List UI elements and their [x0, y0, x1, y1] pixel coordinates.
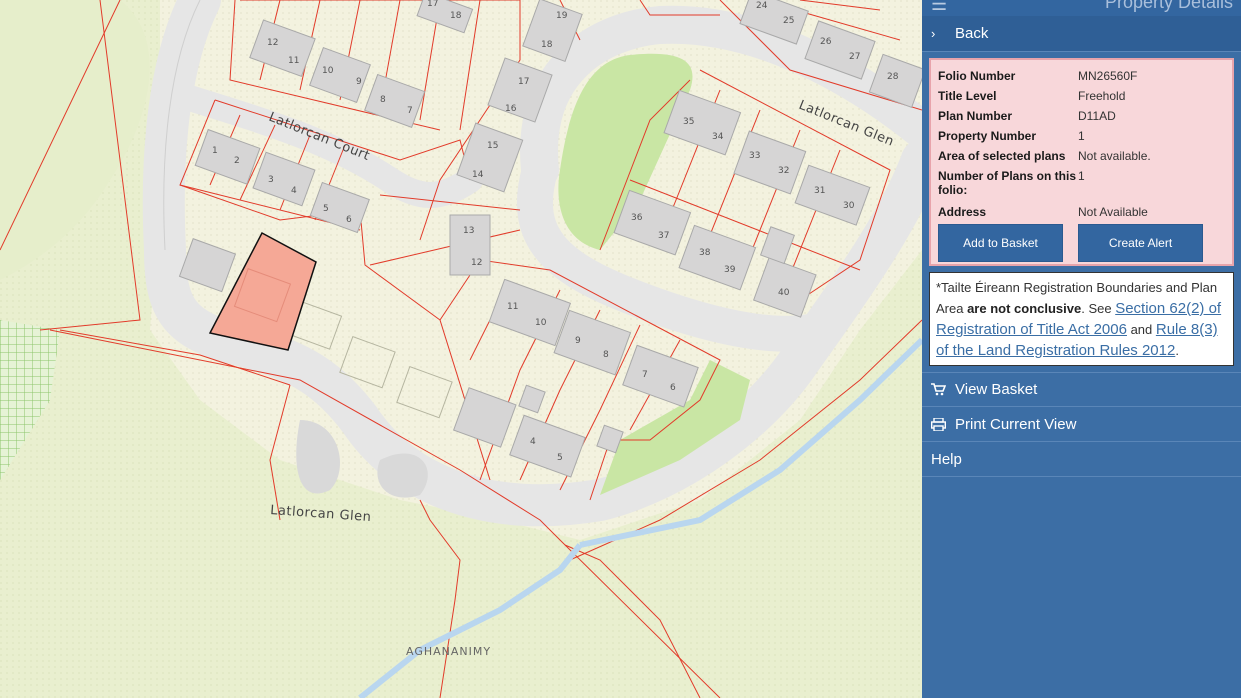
- plot-number: 7: [642, 370, 648, 380]
- plot-number: 31: [814, 186, 825, 196]
- details-table: Folio Number MN26560F Title Level Freeho…: [938, 66, 1225, 222]
- map-svg[interactable]: Latlorcan Court Latlorcan Glen Latlorcan…: [0, 0, 922, 698]
- plot-number: 9: [575, 336, 581, 346]
- plot-number: 7: [407, 106, 413, 116]
- plot-number: 2: [234, 156, 240, 166]
- help-label: Help: [931, 450, 962, 468]
- detail-value: MN26560F: [1078, 69, 1138, 83]
- detail-label: Folio Number: [938, 69, 1016, 83]
- detail-row: Property Number 1: [938, 126, 1225, 146]
- notice-bold: are not conclusive: [967, 301, 1082, 316]
- plot-number: 34: [712, 132, 724, 142]
- help-button[interactable]: Help: [922, 442, 1241, 477]
- plot-number: 10: [535, 318, 547, 328]
- menu-icon[interactable]: ☰: [931, 0, 947, 15]
- property-details-panel: ☰ Property Details › Back Folio Number M…: [922, 0, 1241, 698]
- back-button[interactable]: › Back: [922, 16, 1241, 52]
- create-alert-button[interactable]: Create Alert: [1078, 224, 1203, 262]
- detail-label: Area of selected plans: [938, 149, 1066, 163]
- view-basket-button[interactable]: View Basket: [922, 372, 1241, 407]
- plot-number: 9: [356, 77, 362, 87]
- chevron-right-icon: ›: [931, 26, 936, 41]
- plot-number: 8: [380, 95, 386, 105]
- plot-number: 25: [783, 16, 794, 26]
- plot-number: 38: [699, 248, 711, 258]
- detail-row: Number of Plans on this folio: 1: [938, 166, 1225, 202]
- detail-label: Address: [938, 205, 987, 219]
- plot-number: 40: [778, 288, 790, 298]
- plot-number: 35: [683, 117, 694, 127]
- print-label: Print Current View: [955, 415, 1077, 433]
- detail-value: 1: [1078, 169, 1085, 183]
- plot-number: 5: [557, 453, 563, 463]
- detail-value: D11AD: [1078, 109, 1116, 123]
- plot-number: 18: [541, 40, 553, 50]
- plot-number: 30: [843, 201, 855, 211]
- plot-number: 13: [463, 226, 474, 236]
- back-label: Back: [955, 25, 989, 42]
- detail-row: Address Not Available: [938, 202, 1225, 222]
- plot-number: 28: [887, 72, 899, 82]
- detail-label: Title Level: [938, 89, 997, 103]
- plot-number: 26: [820, 37, 832, 47]
- detail-value: Freehold: [1078, 89, 1126, 103]
- view-basket-label: View Basket: [955, 381, 1038, 398]
- plot-number: 14: [472, 170, 484, 180]
- details-actions: Add to Basket Create Alert: [938, 224, 1225, 262]
- add-to-basket-button[interactable]: Add to Basket: [938, 224, 1063, 262]
- plot-number: 11: [288, 56, 299, 66]
- plot-number: 12: [267, 38, 278, 48]
- plot-number: 39: [724, 265, 736, 275]
- print-view-button[interactable]: Print Current View: [922, 407, 1241, 442]
- plot-number: 33: [749, 151, 760, 161]
- detail-label: Number of Plans on this folio:: [938, 169, 1077, 197]
- plot-number: 37: [658, 231, 669, 241]
- townland-label: AGHANANIMY: [406, 645, 491, 658]
- plot-number: 8: [603, 350, 609, 360]
- plot-number: 36: [631, 213, 643, 223]
- detail-value: Not available.: [1078, 149, 1151, 163]
- plot-number: 10: [322, 66, 334, 76]
- disclaimer-notice: *Tailte Éireann Registration Boundaries …: [929, 272, 1234, 366]
- plot-number: 5: [323, 204, 329, 214]
- detail-label: Plan Number: [938, 109, 1013, 123]
- detail-row: Title Level Freehold: [938, 86, 1225, 106]
- plot-number: 27: [849, 52, 860, 62]
- plot-number: 11: [507, 302, 518, 312]
- print-icon: [931, 417, 955, 431]
- plot-number: 3: [268, 175, 274, 185]
- detail-value: 1: [1078, 129, 1085, 143]
- detail-label: Property Number: [938, 129, 1037, 143]
- detail-row: Folio Number MN26560F: [938, 66, 1225, 86]
- detail-row: Plan Number D11AD: [938, 106, 1225, 126]
- plot-number: 6: [670, 383, 676, 393]
- plot-number: 1: [212, 146, 218, 156]
- detail-row: Area of selected plans Not available.: [938, 146, 1225, 166]
- plot-number: 17: [427, 0, 438, 9]
- notice-and: and: [1126, 322, 1156, 337]
- detail-value: Not Available: [1078, 205, 1148, 219]
- panel-title: Property Details: [1104, 0, 1233, 12]
- plot-number: 6: [346, 215, 352, 225]
- plot-number: 12: [471, 258, 482, 268]
- plot-number: 15: [487, 141, 498, 151]
- plot-number: 16: [505, 104, 517, 114]
- panel-menu: View Basket Print Current View Help: [922, 372, 1241, 477]
- plot-number: 4: [291, 186, 297, 196]
- notice-end: .: [1175, 343, 1179, 358]
- plot-number: 24: [756, 1, 768, 11]
- map-canvas[interactable]: Latlorcan Court Latlorcan Glen Latlorcan…: [0, 0, 922, 698]
- notice-mid: . See: [1081, 301, 1116, 316]
- plot-number: 32: [778, 166, 789, 176]
- plot-number: 18: [450, 11, 462, 21]
- cart-icon: [931, 383, 955, 396]
- property-details-box: Folio Number MN26560F Title Level Freeho…: [929, 58, 1234, 266]
- panel-header: ☰ Property Details: [922, 0, 1241, 16]
- plot-number: 19: [556, 11, 568, 21]
- plot-number: 4: [530, 437, 536, 447]
- plot-number: 17: [518, 77, 529, 87]
